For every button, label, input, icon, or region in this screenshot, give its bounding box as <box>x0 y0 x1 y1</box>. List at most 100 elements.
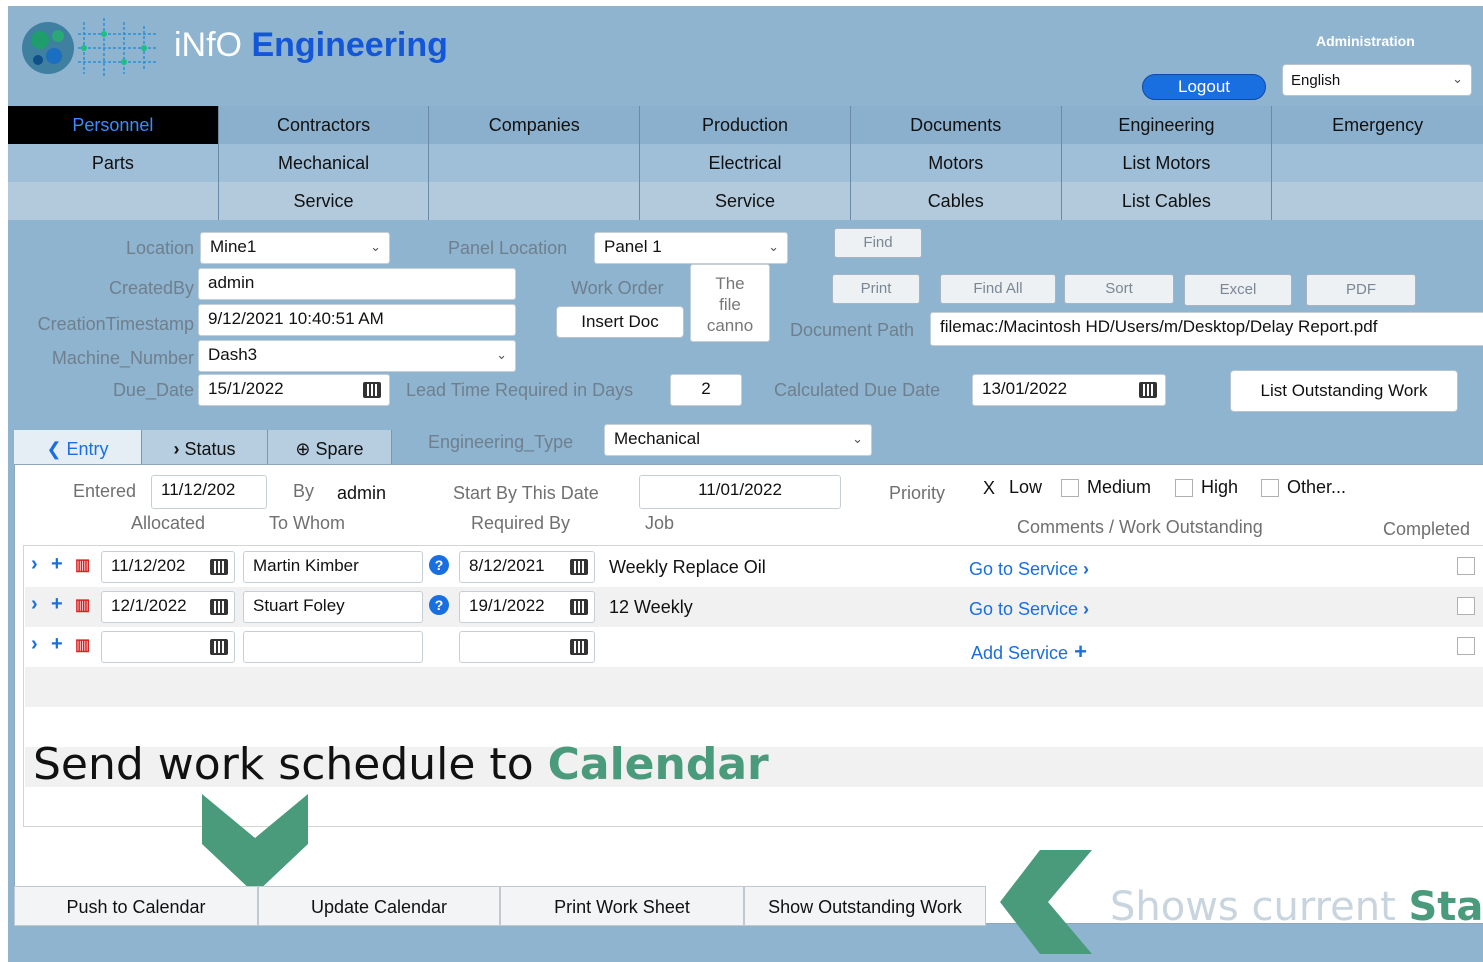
help-question-icon[interactable]: ? <box>429 595 449 615</box>
go-to-service-label: Go to Service <box>969 599 1079 619</box>
app-title-prefix: iNfO <box>174 26 252 64</box>
allocated-field[interactable]: 11/12/202 <box>101 551 235 583</box>
pdf-button[interactable]: PDF <box>1306 274 1416 306</box>
nav-cables[interactable]: Cables <box>851 182 1062 220</box>
excel-button[interactable]: Excel <box>1184 274 1292 306</box>
delete-trash-icon[interactable]: ▥ <box>75 635 90 655</box>
required-by-field[interactable]: 19/1/2022 <box>459 591 595 623</box>
to-whom-field[interactable]: Martin Kimber <box>243 551 423 583</box>
priority-other-checkbox[interactable] <box>1261 479 1279 497</box>
calendar-icon[interactable] <box>210 639 228 655</box>
completed-checkbox[interactable] <box>1457 637 1475 655</box>
nav-engineering[interactable]: Engineering <box>1062 106 1273 144</box>
help-question-icon[interactable]: ? <box>429 555 449 575</box>
calendar-icon[interactable] <box>363 382 381 398</box>
expand-row-icon[interactable]: › <box>31 593 38 616</box>
nav-production[interactable]: Production <box>640 106 851 144</box>
allocated-field[interactable]: 12/1/2022 <box>101 591 235 623</box>
add-service-link[interactable]: Add Service + <box>971 639 1087 665</box>
completed-checkbox[interactable] <box>1457 597 1475 615</box>
nav-personnel[interactable]: Personnel <box>8 106 219 144</box>
expand-row-icon[interactable]: › <box>31 553 38 576</box>
language-select[interactable]: English ⌄ <box>1282 64 1472 96</box>
completed-checkbox[interactable] <box>1457 557 1475 575</box>
location-select[interactable]: Mine1 ⌄ <box>200 232 390 264</box>
priority-medium-checkbox[interactable] <box>1061 479 1079 497</box>
plus-icon: + <box>1068 639 1088 664</box>
nav-electrical-service[interactable]: Service <box>640 182 851 220</box>
tab-entry-label: Entry <box>66 439 109 459</box>
nav-contractors[interactable]: Contractors <box>219 106 430 144</box>
creation-timestamp-field[interactable]: 9/12/2021 10:40:51 AM <box>198 304 516 336</box>
creation-timestamp-label: CreationTimestamp <box>37 314 194 334</box>
nav-motors[interactable]: Motors <box>851 144 1062 182</box>
engineering-type-select[interactable]: Mechanical ⌄ <box>604 424 872 456</box>
print-work-sheet-button[interactable]: Print Work Sheet <box>500 886 744 926</box>
add-row-icon[interactable]: + <box>51 553 63 576</box>
nav-mechanical-service[interactable]: Service <box>219 182 430 220</box>
nav-parts[interactable]: Parts <box>8 144 219 182</box>
app-title: iNfO Engineering <box>174 26 448 65</box>
tab-status[interactable]: › Status <box>142 430 268 468</box>
entered-field[interactable]: 11/12/202 <box>151 475 267 509</box>
nav-list-motors[interactable]: List Motors <box>1062 144 1273 182</box>
due-date-value: 15/1/2022 <box>208 379 284 398</box>
priority-high-checkbox[interactable] <box>1175 479 1193 497</box>
insert-doc-button[interactable]: Insert Doc <box>556 306 684 338</box>
nav-emergency[interactable]: Emergency <box>1272 106 1483 144</box>
list-outstanding-work-button[interactable]: List Outstanding Work <box>1230 370 1458 412</box>
calendar-icon[interactable] <box>570 559 588 575</box>
print-button[interactable]: Print <box>832 274 920 304</box>
chevron-down-icon: ⌄ <box>1452 71 1463 86</box>
start-by-date-field[interactable]: 11/01/2022 <box>639 475 841 509</box>
to-whom-field[interactable]: Stuart Foley <box>243 591 423 623</box>
calendar-annotation-prefix: Send work schedule to <box>33 739 548 790</box>
language-value: English <box>1291 72 1341 89</box>
chevron-down-icon: ⌄ <box>852 431 863 446</box>
find-all-button[interactable]: Find All <box>940 274 1056 304</box>
nav-electrical[interactable]: Electrical <box>640 144 851 182</box>
allocated-field[interactable] <box>101 631 235 663</box>
calendar-icon[interactable] <box>1139 382 1157 398</box>
go-to-service-link[interactable]: Go to Service › <box>969 559 1089 580</box>
delete-trash-icon[interactable]: ▥ <box>75 595 90 615</box>
find-button[interactable]: Find <box>834 228 922 258</box>
file-preview-text: The file canno <box>706 274 754 335</box>
created-by-field[interactable]: admin <box>198 268 516 300</box>
machine-number-select[interactable]: Dash3 ⌄ <box>198 340 516 372</box>
panel-location-select[interactable]: Panel 1 ⌄ <box>594 232 788 264</box>
nav-empty-2-7 <box>1272 144 1483 182</box>
delete-trash-icon[interactable]: ▥ <box>75 555 90 575</box>
work-order-file-container[interactable]: The file canno <box>690 264 770 342</box>
lead-time-field[interactable]: 2 <box>670 374 742 406</box>
tab-spare[interactable]: ⊕ Spare <box>268 430 392 468</box>
document-path-field[interactable]: filemac:/Macintosh HD/Users/m/Desktop/De… <box>930 312 1483 346</box>
priority-low-checkbox[interactable]: X <box>983 479 1001 497</box>
to-whom-field[interactable] <box>243 631 423 663</box>
nav-companies[interactable]: Companies <box>429 106 641 144</box>
update-calendar-button[interactable]: Update Calendar <box>258 886 500 926</box>
logout-button[interactable]: Logout <box>1142 74 1266 100</box>
due-date-field[interactable]: 15/1/2022 <box>198 374 390 406</box>
add-row-icon[interactable]: + <box>51 593 63 616</box>
push-to-calendar-button[interactable]: Push to Calendar <box>14 886 258 926</box>
calculated-due-date-field[interactable]: 13/01/2022 <box>972 374 1166 406</box>
panel-location-label: Panel Location <box>448 238 568 258</box>
nav-documents[interactable]: Documents <box>851 106 1062 144</box>
go-to-service-link[interactable]: Go to Service › <box>969 599 1089 620</box>
nav-list-cables[interactable]: List Cables <box>1062 182 1273 220</box>
chevron-right-icon: › <box>173 439 185 459</box>
add-row-icon[interactable]: + <box>51 633 63 656</box>
calendar-icon[interactable] <box>210 599 228 615</box>
administration-link[interactable]: Administration <box>1316 33 1415 49</box>
show-outstanding-work-button[interactable]: Show Outstanding Work <box>744 886 986 926</box>
required-by-field[interactable] <box>459 631 595 663</box>
expand-row-icon[interactable]: › <box>31 633 38 656</box>
tab-entry[interactable]: ❮ Entry <box>14 430 142 468</box>
nav-mechanical[interactable]: Mechanical <box>219 144 430 182</box>
sort-button[interactable]: Sort <box>1064 274 1174 304</box>
calendar-icon[interactable] <box>570 639 588 655</box>
required-by-field[interactable]: 8/12/2021 <box>459 551 595 583</box>
calendar-icon[interactable] <box>210 559 228 575</box>
calendar-icon[interactable] <box>570 599 588 615</box>
